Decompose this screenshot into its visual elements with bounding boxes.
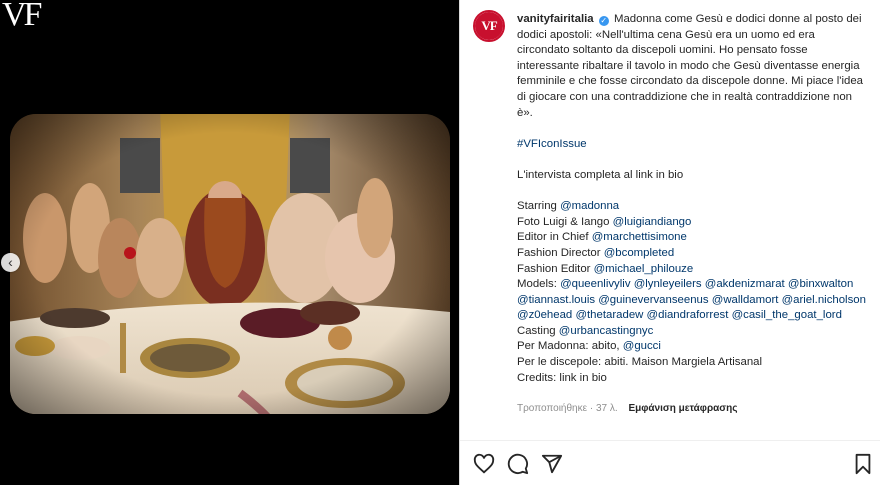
post-sidebar: VF vanityfairitalia ✓ Madonna come Gesù … [459,0,880,485]
credit-label: Credits: link in bio [517,371,607,384]
verified-badge-icon: ✓ [598,16,609,26]
post-photo[interactable] [0,108,459,420]
credit-label: Per Madonna: abito, [517,340,623,353]
mention-link[interactable]: @lynleyeilers [634,278,702,290]
credit-line: Models: @queenlivyliv @lynleyeilers @akd… [517,277,869,324]
credit-label: Fashion Editor [517,262,594,275]
credit-label: Casting [517,324,559,337]
mention-link[interactable]: @urbancastingnyc [559,325,654,337]
mention-link[interactable]: @gucci [623,340,661,352]
credit-line: Fashion Editor @michael_philouze [517,262,869,278]
credit-line: Per le discepole: abiti. Maison Margiela… [517,355,869,371]
caption-text: Madonna come Gesù e dodici donne al post… [517,13,863,119]
credits-list: Starring @madonna Foto Luigi & Iango @lui… [517,199,869,386]
instagram-post: VF ‹ VF vanityfairitalia ✓ Madonna come … [0,0,880,485]
post-meta: Τροποποιήθηκε · 37 λ. Εμφάνιση μετάφραση… [517,403,737,414]
credit-label: Starring [517,200,561,213]
translate-button[interactable]: Εμφάνιση μετάφρασης [628,403,737,414]
credit-line: Casting @urbancastingnyc [517,324,869,340]
credit-label: Per le discepole: abiti. Maison Margiela… [517,356,763,369]
edited-timestamp: Τροποποιήθηκε · 37 λ. [517,403,618,414]
mention-link[interactable]: @madonna [560,200,619,212]
mention-link[interactable]: @akdenizmarat [705,278,785,290]
heart-icon[interactable] [473,453,495,475]
mention-link[interactable]: @guinevervanseenus [598,294,708,306]
credit-line: Per Madonna: abito, @gucci [517,339,869,355]
post-caption: vanityfairitalia ✓ Madonna come Gesù e d… [517,12,869,386]
credit-label: Models: [517,278,561,291]
mention-link[interactable]: @casil_the_goat_lord [732,309,842,321]
mention-link[interactable]: @diandraforrest [647,309,729,321]
action-bar [460,440,880,486]
credit-label: Fashion Director [517,246,604,259]
mention-link[interactable]: @z0ehead [517,309,572,321]
mention-link[interactable]: @luigiandiango [613,216,692,228]
carousel-prev-button[interactable]: ‹ [1,253,20,272]
credit-line: Starring @madonna [517,199,869,215]
vf-logo: VF [2,0,43,33]
mention-link[interactable]: @tiannast.louis [517,294,595,306]
mention-link[interactable]: @queenlivyliv [560,278,630,290]
comment-icon[interactable] [507,453,529,475]
caption-first-paragraph: vanityfairitalia ✓ Madonna come Gesù e d… [517,12,869,121]
credit-line: Fashion Director @bcompleted [517,246,869,262]
mention-link[interactable]: @marchettisimone [592,231,687,243]
credit-label: Foto Luigi & Iango [517,215,613,228]
interview-line: L'intervista completa al link in bio [517,168,684,181]
mention-link[interactable]: @ariel.nicholson [782,294,866,306]
credit-line: Credits: link in bio [517,371,869,387]
post-media: VF ‹ [0,0,459,485]
credit-label: Editor in Chief [517,231,592,244]
mention-link[interactable]: @binxwalton [788,278,853,290]
avatar-text: VF [475,12,503,40]
mention-link[interactable]: @bcompleted [604,247,674,259]
username-link[interactable]: vanityfairitalia [517,13,594,25]
credit-line: Editor in Chief @marchettisimone [517,230,869,246]
hashtag-link[interactable]: #VFIconIssue [517,138,587,150]
share-icon[interactable] [541,453,563,475]
mention-link[interactable]: @michael_philouze [594,263,694,275]
mention-link[interactable]: @thetaradew [575,309,643,321]
avatar[interactable]: VF [473,10,505,42]
credit-line: Foto Luigi & Iango @luigiandiango [517,215,869,231]
mention-link[interactable]: @walldamort [712,294,779,306]
bookmark-icon[interactable] [852,453,874,475]
